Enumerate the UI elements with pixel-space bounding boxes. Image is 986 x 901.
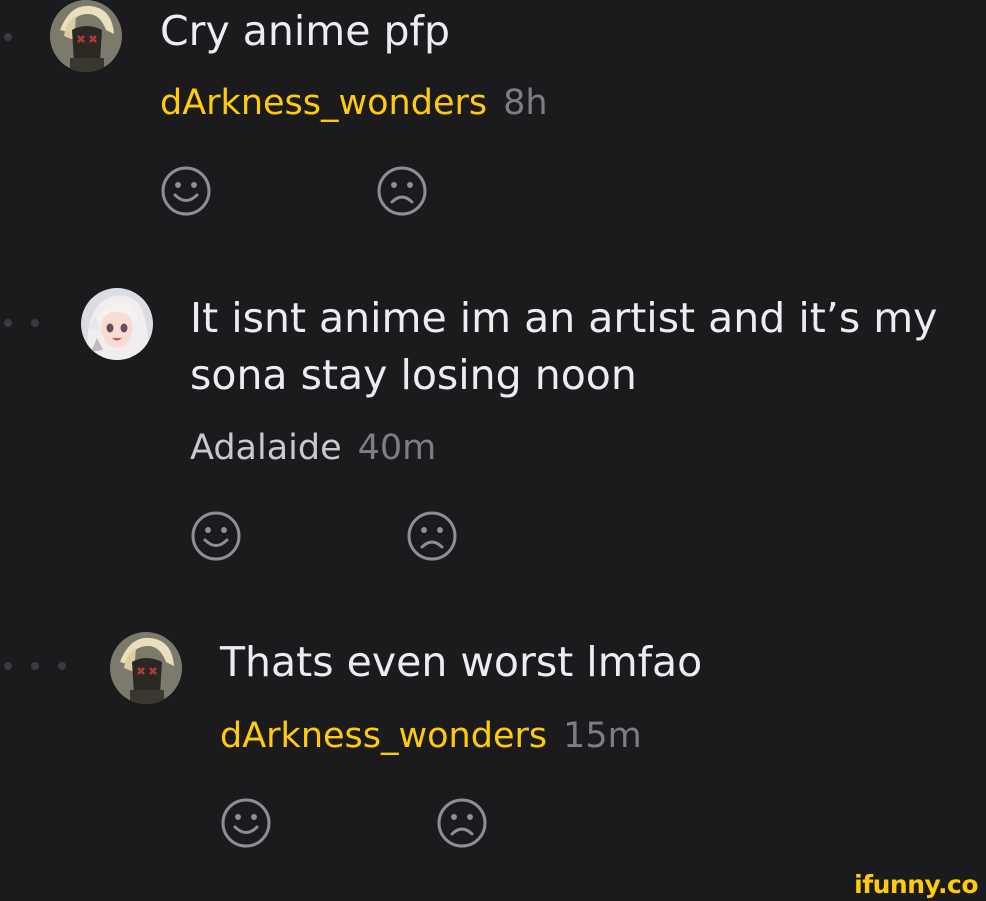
- frown-icon: [377, 166, 427, 216]
- comment-meta: Adalaide 40m: [190, 426, 436, 470]
- comment-meta: dArkness_wonders 15m: [220, 714, 642, 758]
- thread-dot: [58, 662, 66, 670]
- comment-timestamp: 15m: [563, 716, 642, 756]
- comment-thread: Cry anime pfp dArkness_wonders 8h It isn…: [0, 0, 986, 901]
- smile-icon: [221, 798, 271, 848]
- masked-character-avatar: [50, 0, 122, 72]
- author-username[interactable]: Adalaide: [190, 428, 342, 468]
- thread-dot: [4, 319, 12, 327]
- thread-dot: [31, 319, 39, 327]
- comment-timestamp: 8h: [503, 83, 548, 123]
- thread-dot: [4, 33, 12, 41]
- commenter-avatar[interactable]: [110, 632, 182, 704]
- commenter-avatar[interactable]: [50, 0, 122, 72]
- comment-text-line-1: It isnt anime im an artist and it’s my: [190, 294, 938, 342]
- thread-dot: [31, 662, 39, 670]
- thread-depth-indicator: [4, 319, 39, 327]
- author-username[interactable]: dArkness_wonders: [160, 83, 487, 123]
- smile-reaction-button[interactable]: [218, 795, 274, 851]
- smile-reaction-button[interactable]: [188, 508, 244, 564]
- author-username[interactable]: dArkness_wonders: [220, 716, 547, 756]
- comment-text: Cry anime pfp: [160, 7, 450, 55]
- smile-icon: [161, 166, 211, 216]
- smile-reaction-button[interactable]: [158, 163, 214, 219]
- smile-icon: [191, 511, 241, 561]
- commenter-avatar[interactable]: [81, 288, 153, 360]
- frown-reaction-button[interactable]: [374, 163, 430, 219]
- frown-reaction-button[interactable]: [434, 795, 490, 851]
- comment-meta: dArkness_wonders 8h: [160, 81, 548, 125]
- thread-dot: [4, 662, 12, 670]
- thread-depth-indicator: [4, 33, 12, 41]
- anime-girl-avatar: [81, 288, 153, 360]
- comment-text: Thats even worst lmfao: [220, 638, 703, 686]
- frown-reaction-button[interactable]: [404, 508, 460, 564]
- ifunny-watermark: ifunny.co: [854, 870, 978, 899]
- comment-timestamp: 40m: [357, 428, 437, 468]
- frown-icon: [407, 511, 457, 561]
- comment-text-line-2: sona stay losing noon: [190, 351, 637, 399]
- frown-icon: [437, 798, 487, 848]
- masked-character-avatar: [110, 632, 182, 704]
- thread-depth-indicator: [4, 662, 66, 670]
